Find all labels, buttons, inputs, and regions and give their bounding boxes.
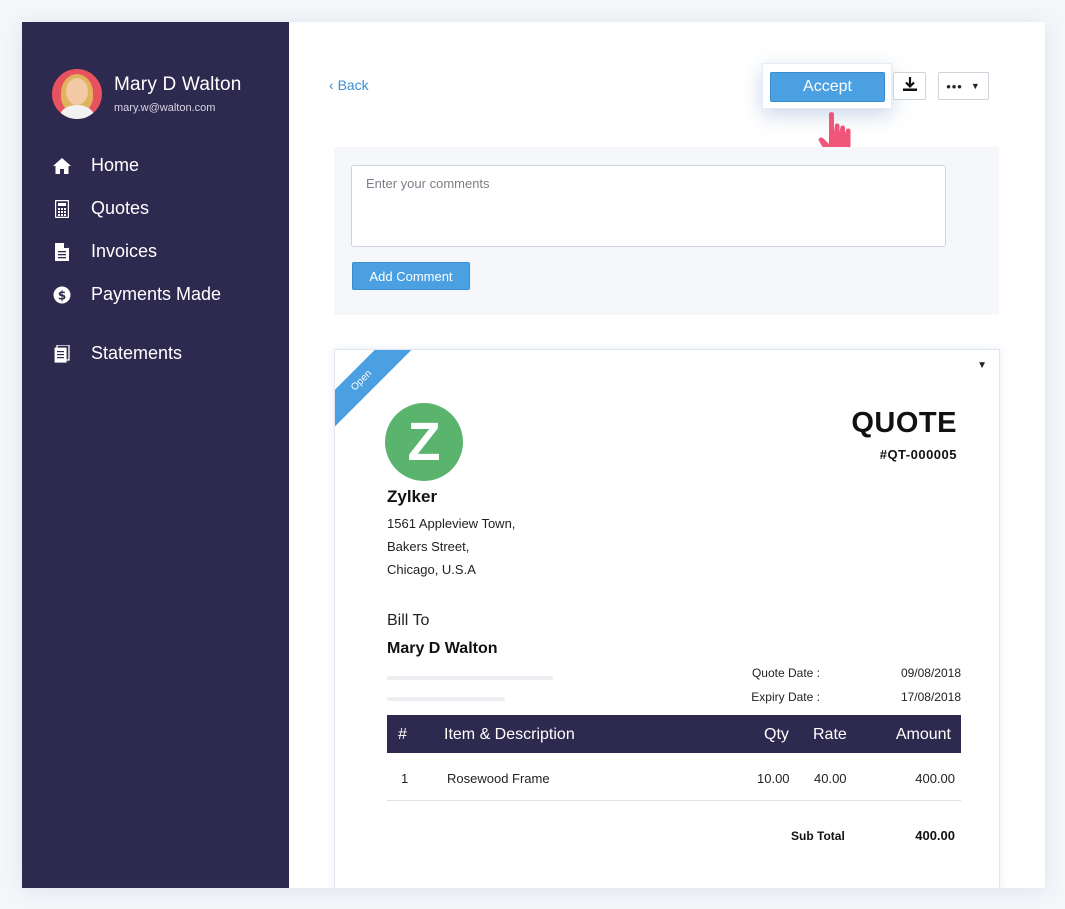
chevron-left-icon: ‹ bbox=[329, 77, 338, 93]
column-header-amount: Amount bbox=[895, 726, 951, 743]
more-icon: ••• bbox=[946, 78, 963, 94]
quote-number: #QT-000005 bbox=[879, 447, 957, 462]
sidebar-item-quotes[interactable]: Quotes bbox=[22, 187, 289, 230]
accept-popover: Accept bbox=[762, 63, 892, 109]
subtotal-label: Sub Total bbox=[791, 829, 845, 843]
main-content: ‹ Back Accept ••• ▼ Add Comment Open ▼ bbox=[289, 22, 1045, 888]
user-name: Mary D Walton bbox=[114, 74, 242, 95]
sidebar-item-invoices[interactable]: Invoices bbox=[22, 230, 289, 273]
table-row: 1 Rosewood Frame 10.00 40.00 400.00 bbox=[387, 753, 961, 801]
sidebar-item-payments-made[interactable]: $ Payments Made bbox=[22, 273, 289, 316]
comments-panel: Add Comment bbox=[334, 147, 999, 315]
more-options-button[interactable]: ••• ▼ bbox=[938, 72, 989, 100]
quote-date-value: 09/08/2018 bbox=[900, 666, 961, 680]
download-button[interactable] bbox=[893, 72, 926, 100]
column-header-qty: Qty bbox=[764, 726, 789, 743]
subtotal-value: 400.00 bbox=[915, 828, 955, 843]
placeholder-line bbox=[387, 697, 505, 701]
back-label: Back bbox=[337, 77, 369, 93]
company-name: Zylker bbox=[387, 487, 438, 506]
sidebar-nav: Home Quotes Invoices $ Payments Made Sta… bbox=[22, 144, 289, 375]
column-header-num: # bbox=[398, 726, 407, 743]
bill-to-name: Mary D Walton bbox=[387, 640, 498, 657]
statements-icon bbox=[52, 344, 72, 364]
comments-input[interactable] bbox=[351, 165, 946, 247]
expiry-date-label: Expiry Date : bbox=[751, 690, 820, 704]
cell-qty: 10.00 bbox=[757, 771, 790, 786]
sidebar-item-label: Home bbox=[91, 155, 140, 175]
column-header-item: Item & Description bbox=[444, 726, 575, 743]
sidebar-item-label: Invoices bbox=[91, 241, 158, 261]
sidebar-item-statements[interactable]: Statements bbox=[22, 332, 289, 375]
company-logo: Z bbox=[385, 403, 463, 481]
cell-rate: 40.00 bbox=[814, 771, 847, 786]
user-profile: Mary D Walton mary.w@walton.com bbox=[52, 69, 242, 119]
company-address-line: 1561 Appleview Town, bbox=[387, 516, 516, 531]
svg-text:$: $ bbox=[58, 288, 66, 302]
document-icon bbox=[52, 242, 72, 262]
expiry-date-value: 17/08/2018 bbox=[900, 690, 961, 704]
cell-num: 1 bbox=[401, 771, 409, 786]
sidebar-item-label: Payments Made bbox=[91, 284, 222, 304]
avatar bbox=[52, 69, 102, 119]
sidebar-item-home[interactable]: Home bbox=[22, 144, 289, 187]
quote-date-label: Quote Date : bbox=[751, 666, 820, 680]
caret-down-icon[interactable]: ▼ bbox=[977, 360, 987, 371]
quote-title: QUOTE bbox=[851, 407, 957, 439]
accept-button[interactable]: Accept bbox=[770, 72, 885, 102]
calculator-icon bbox=[52, 199, 72, 219]
company-address-line: Bakers Street, bbox=[387, 539, 470, 554]
cell-item: Rosewood Frame bbox=[447, 771, 550, 786]
cell-amount: 400.00 bbox=[915, 771, 955, 786]
column-header-rate: Rate bbox=[813, 726, 847, 743]
quote-card: Open ▼ Z Zylker 1561 Appleview Town, Bak… bbox=[334, 349, 1000, 888]
user-email: mary.w@walton.com bbox=[114, 102, 216, 114]
back-link[interactable]: ‹ Back bbox=[329, 77, 369, 93]
home-icon bbox=[52, 156, 72, 176]
placeholder-line bbox=[387, 676, 553, 680]
add-comment-button[interactable]: Add Comment bbox=[352, 262, 470, 290]
sidebar-item-label: Statements bbox=[91, 343, 183, 363]
download-icon bbox=[902, 76, 918, 97]
caret-down-icon: ▼ bbox=[970, 81, 981, 91]
sidebar-item-label: Quotes bbox=[91, 198, 150, 218]
bill-to-label: Bill To bbox=[387, 612, 430, 629]
app-window: Mary D Walton mary.w@walton.com Home Quo… bbox=[22, 22, 1045, 888]
company-address-line: Chicago, U.S.A bbox=[387, 562, 476, 577]
items-table-header: # Item & Description Qty Rate Amount bbox=[387, 715, 961, 753]
sidebar: Mary D Walton mary.w@walton.com Home Quo… bbox=[22, 22, 289, 888]
dollar-icon: $ bbox=[52, 285, 72, 305]
